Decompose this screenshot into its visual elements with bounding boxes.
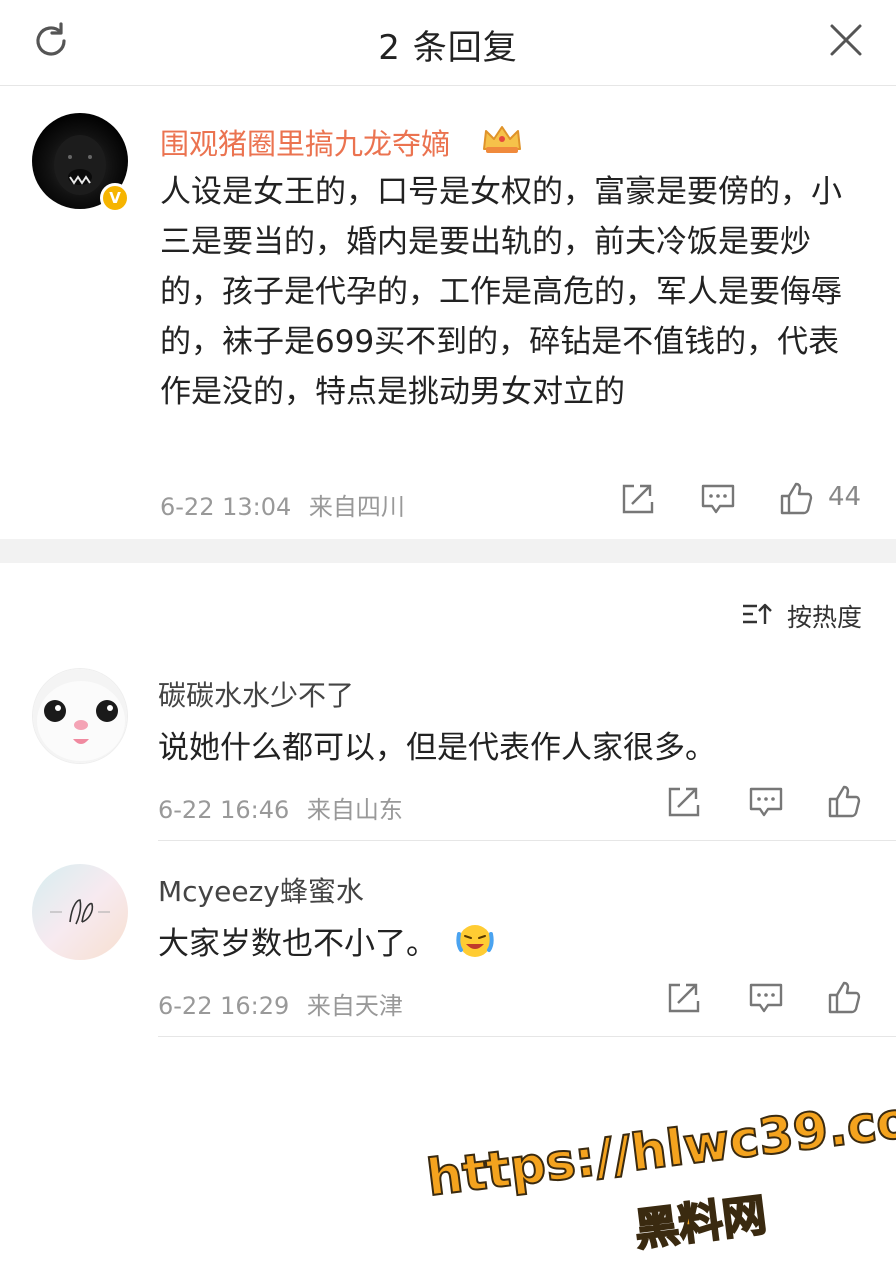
reply-actions xyxy=(660,979,870,1019)
reply-text: 说她什么都可以，但是代表作人家很多。 xyxy=(158,730,716,766)
sort-icon xyxy=(743,603,772,624)
sort-toggle[interactable]: 按热度 xyxy=(732,598,862,632)
crown-icon xyxy=(483,126,521,153)
avatar[interactable] xyxy=(32,668,128,764)
like-icon[interactable] xyxy=(778,480,814,516)
header-bar: 2 条回复 xyxy=(0,0,896,86)
comment-icon[interactable] xyxy=(748,785,784,819)
username[interactable]: 围观猪圈里搞九龙夺嫡 xyxy=(160,121,450,163)
reply-item: Mcyeezy蜂蜜水 大家岁数也不小了。 6-22 16:29 来自天津 xyxy=(0,864,896,1060)
reply-location: 来自天津 xyxy=(306,992,403,1020)
reply-meta: 6-22 16:46 来自山东 xyxy=(158,790,403,825)
close-icon[interactable] xyxy=(826,20,866,60)
share-icon[interactable] xyxy=(666,785,702,819)
section-divider xyxy=(0,539,896,563)
page-title: 2 条回复 xyxy=(378,28,518,68)
username[interactable]: 碳碳水水少不了 xyxy=(158,674,354,714)
reply-meta: 6-22 16:29 来自天津 xyxy=(158,986,403,1021)
comment-time: 6-22 13:04 xyxy=(160,493,292,521)
like-icon[interactable] xyxy=(826,783,862,819)
cat-avatar-icon xyxy=(33,669,127,763)
comment-meta: 6-22 13:04 来自四川 xyxy=(160,487,405,522)
comment-icon[interactable] xyxy=(748,981,784,1015)
sort-label: 按热度 xyxy=(786,603,862,632)
watermark-label: 黑料网 xyxy=(631,1189,770,1258)
watermark-url: https://hlwc39.com xyxy=(423,1083,896,1208)
reply-location: 来自山东 xyxy=(306,796,403,824)
like-count: 44 xyxy=(828,482,862,512)
logo-avatar-icon xyxy=(50,899,110,925)
verified-badge: V xyxy=(100,183,130,213)
laugh-cry-emoji-icon xyxy=(456,925,494,957)
reply-text: 大家岁数也不小了。 xyxy=(158,918,495,963)
reply-divider xyxy=(158,1036,896,1037)
comment-text: 人设是女王的，口号是女权的，富豪是要傍的，小三是要当的，婚内是要出轨的，前夫冷饭… xyxy=(160,174,842,410)
reply-divider xyxy=(158,840,896,841)
reply-time: 6-22 16:46 xyxy=(158,796,290,824)
reply-time: 6-22 16:29 xyxy=(158,992,290,1020)
like-icon[interactable] xyxy=(826,979,862,1015)
avatar[interactable] xyxy=(32,864,128,960)
reply-actions xyxy=(660,783,870,823)
share-icon[interactable] xyxy=(666,981,702,1015)
reply-item: 碳碳水水少不了 说她什么都可以，但是代表作人家很多。 6-22 16:46 来自… xyxy=(0,668,896,864)
main-comment: V 围观猪圈里搞九龙夺嫡 人设是女王的，口号是女权的，富豪是要傍的，小三是要当的… xyxy=(0,87,896,539)
reply-text-content: 大家岁数也不小了。 xyxy=(158,926,437,962)
comment-location: 来自四川 xyxy=(308,493,405,521)
share-icon[interactable] xyxy=(620,482,656,516)
watermark: https://hlwc39.com 黑料网 xyxy=(420,1064,896,1269)
comment-icon[interactable] xyxy=(700,482,736,516)
username[interactable]: Mcyeezy蜂蜜水 xyxy=(158,870,364,910)
comment-actions: 44 xyxy=(620,480,870,520)
